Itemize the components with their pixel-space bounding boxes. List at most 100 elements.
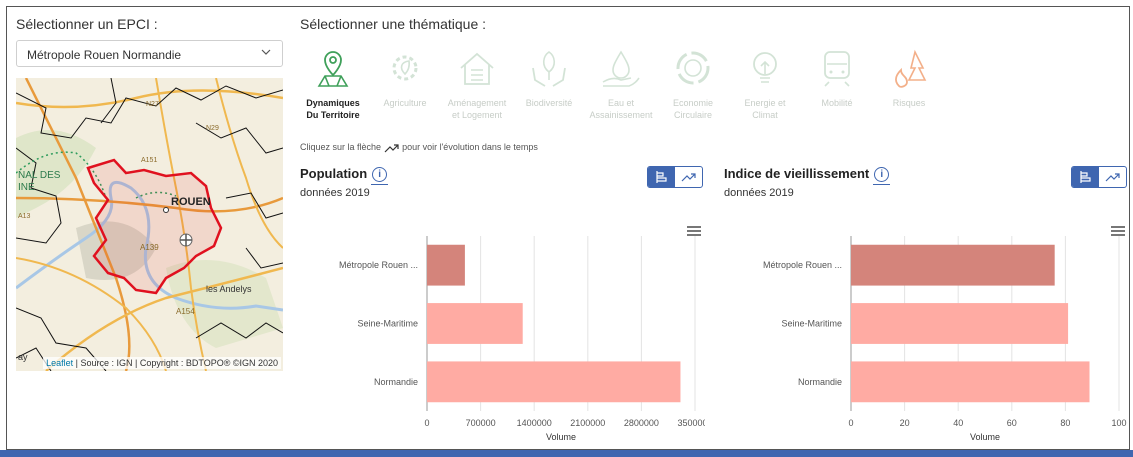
aging-index-chart-title: Indice de vieillissement i (724, 166, 891, 185)
bottom-bar (0, 450, 1133, 457)
population-view-toggle[interactable] (647, 166, 703, 188)
fire-tree-icon (895, 49, 927, 88)
evolution-hint: Cliquez sur la flèche pour voir l'évolut… (300, 142, 538, 153)
thematic-biodiversit-[interactable]: Biodiversité (513, 46, 585, 109)
thematic-label: Energie et Climat (729, 97, 801, 121)
thematic-label: Aménagement et Logement (441, 97, 513, 121)
road-label: A154 (176, 307, 195, 316)
epci-map[interactable]: ROUEN NAL DES INE les Andelys ay N27 N29… (16, 78, 283, 371)
x-tick-label: 80 (1060, 418, 1070, 428)
recycle-icon (676, 51, 710, 85)
hint-text-after: pour voir l'évolution dans le temps (402, 142, 538, 152)
map-town-label: les Andelys (206, 284, 252, 294)
category-label: Normandie (798, 377, 842, 387)
thematic-label: Economie Circulaire (657, 97, 729, 121)
thematic-label: Biodiversité (513, 97, 585, 109)
epci-select-value: Métropole Rouen Normandie (27, 48, 182, 62)
map-city-label: ROUEN (171, 196, 211, 208)
thematic-label-line2: et Logement (451, 110, 503, 120)
thematic-label-line1: Energie et (744, 98, 786, 108)
road-label: A139 (140, 243, 159, 252)
trend-arrow-icon (681, 173, 696, 182)
thematic-label-line1: Economie (672, 98, 714, 108)
thematic-label-line2: Circulaire (673, 110, 712, 120)
info-icon[interactable]: i (873, 167, 891, 185)
x-tick-label: 20 (900, 418, 910, 428)
population-chart-subtitle: données 2019 (300, 187, 370, 199)
bar[interactable] (851, 244, 1055, 286)
x-tick-label: 0 (848, 418, 853, 428)
info-icon[interactable]: i (371, 167, 389, 185)
population-chart-title: Population i (300, 166, 389, 185)
bar-view-button[interactable] (1072, 167, 1099, 187)
category-label: Métropole Rouen ... (763, 260, 842, 270)
thematic-label-line1: Agriculture (383, 98, 427, 108)
leaflet-link[interactable]: Leaflet (46, 358, 73, 368)
trend-view-button[interactable] (1099, 167, 1126, 187)
chart-menu-icon[interactable] (1111, 226, 1125, 236)
thematic-eau-et[interactable]: Eau et Assainissement (585, 46, 657, 121)
x-axis-title: Volume (970, 432, 1000, 442)
thematic-label: Risques (873, 97, 945, 109)
thematic-dynamiques[interactable]: Dynamiques Du Territoire (297, 46, 369, 121)
bar[interactable] (851, 303, 1069, 344)
map-attribution: Leaflet | Source : IGN | Copyright : BDT… (43, 357, 281, 369)
aging-index-view-toggle[interactable] (1071, 166, 1127, 188)
thematic-label-line1: Dynamiques (306, 98, 360, 108)
bar[interactable] (851, 361, 1090, 403)
category-label: Seine-Maritime (781, 319, 842, 329)
x-tick-label: 3500000 (677, 418, 705, 428)
bar-chart-icon (1080, 171, 1091, 183)
thematic-label: Dynamiques Du Territoire (297, 97, 369, 121)
x-tick-label: 700000 (466, 418, 496, 428)
thematic-energie-et[interactable]: Energie et Climat (729, 46, 801, 121)
x-tick-label: 60 (1007, 418, 1017, 428)
thematic-mobilit-[interactable]: Mobilité (801, 46, 873, 109)
map-town-label-2: ay (18, 352, 28, 362)
map-source: | Source : IGN | Copyright : BDTOPO® ©IG… (73, 358, 278, 368)
thematic-am-nagement[interactable]: Aménagement et Logement (441, 46, 513, 121)
hands-leaf-icon (532, 51, 566, 87)
road-label: A13 (18, 213, 31, 220)
thematic-selector-title: Sélectionner une thématique : (300, 16, 487, 32)
epci-select[interactable]: Métropole Rouen Normandie (16, 40, 283, 67)
thematic-agriculture[interactable]: Agriculture (369, 46, 441, 109)
x-tick-label: 1400000 (517, 418, 552, 428)
thematic-label-line2: Du Territoire (306, 110, 360, 120)
trend-arrow-icon (384, 144, 399, 153)
bar[interactable] (427, 361, 681, 403)
thematic-economie[interactable]: Economie Circulaire (657, 46, 729, 121)
thematic-label-line1: Aménagement (447, 98, 507, 108)
x-tick-label: 2100000 (570, 418, 605, 428)
water-drop-icon (602, 50, 640, 87)
category-label: Seine-Maritime (357, 319, 418, 329)
thematic-label-line2: Assainissement (589, 110, 653, 120)
bar[interactable] (427, 303, 523, 344)
aging-index-chart: 0 20 40 60 80 100 Volume Métropole Rouen ... Sei… (763, 236, 1127, 442)
thematic-risques[interactable]: Risques (873, 46, 945, 109)
trend-view-button[interactable] (675, 167, 702, 187)
map-park-label-2: INE (18, 182, 35, 193)
road-label: A151 (141, 157, 157, 164)
bar-view-button[interactable] (648, 167, 675, 187)
map-park-label-1: NAL DES (18, 170, 61, 181)
x-axis-title: Volume (546, 432, 576, 442)
train-icon (824, 51, 850, 87)
road-label: N27 (146, 101, 159, 108)
map-pin-icon (317, 51, 349, 87)
house-icon (460, 52, 494, 85)
aging-index-title-text: Indice de vieillissement (724, 166, 870, 181)
thematic-label: Mobilité (801, 97, 873, 109)
epci-selector-title: Sélectionner un EPCI : (16, 16, 158, 32)
map-canvas[interactable]: ROUEN NAL DES INE les Andelys ay N27 N29… (16, 78, 283, 371)
aging-index-chart-subtitle: données 2019 (724, 187, 794, 199)
bar[interactable] (427, 244, 465, 286)
bulb-icon (753, 52, 777, 83)
x-tick-label: 40 (953, 418, 963, 428)
category-label: Normandie (374, 377, 418, 387)
x-tick-label: 100 (1111, 418, 1126, 428)
population-chart: 0 700000 1400000 2100000 2800000 3500000 Volum… (339, 236, 705, 442)
thematic-label: Eau et Assainissement (585, 97, 657, 121)
chart-menu-icon[interactable] (687, 226, 701, 236)
hint-text-before: Cliquez sur la flèche (300, 142, 382, 152)
